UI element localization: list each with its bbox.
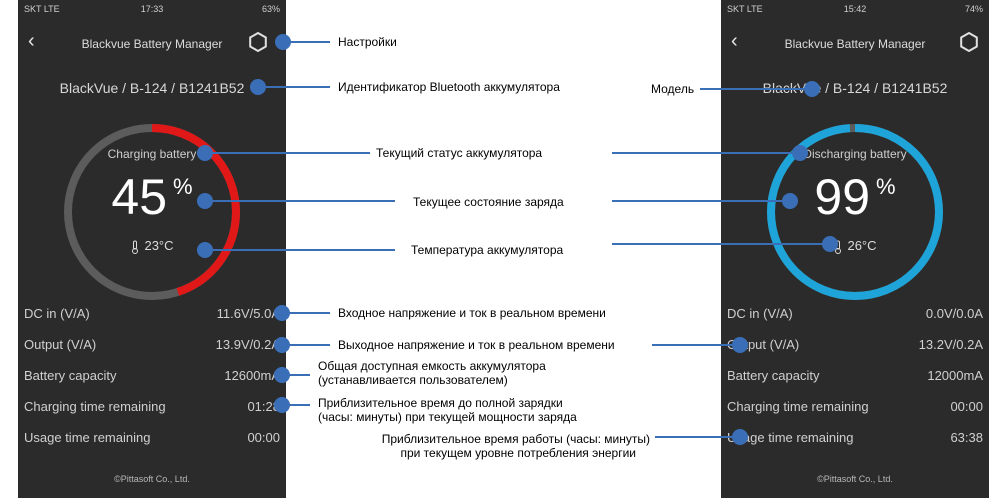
usage-time-label: Usage time remaining xyxy=(727,430,854,445)
metrics-list: DC in (V/A) 0.0V/0.0A Output (V/A) 13.2V/0… xyxy=(721,304,989,459)
copyright-footer: ©Pittasoft Co., Ltd. xyxy=(114,474,190,484)
annotation-usage-time-line2: при текущем уровне потребления энергии xyxy=(400,446,636,460)
list-item: Output (V/A) 13.9V/0.2A xyxy=(18,335,286,366)
annotation-charge: Текущее состояние заряда xyxy=(413,195,564,209)
temperature-value: 26°C xyxy=(847,238,877,253)
annotation-settings: Настройки xyxy=(338,35,397,49)
temperature-value: 23°C xyxy=(144,238,174,253)
list-item: Charging time remaining 00:00 xyxy=(721,397,989,428)
battery-status: Charging battery xyxy=(107,147,197,161)
dc-in-value: 0.0V/0.0A xyxy=(925,306,983,321)
phone-screen-discharging: SKT LTE 15:42 74% ‹ Blackvue Battery Man… xyxy=(721,0,989,498)
annotation-usage-time: Приблизительное время работы (часы: мину… xyxy=(350,432,650,460)
annotation-capacity-line1: Общая доступная емкость аккумулятора xyxy=(318,359,546,373)
list-item: DC in (V/A) 11.6V/5.0A xyxy=(18,304,286,335)
device-model: BlackVue / B-124 / B1241B52 xyxy=(59,80,245,96)
charge-percent: 99% xyxy=(721,168,989,226)
percent-sign: % xyxy=(173,174,193,199)
output-value: 13.9V/0.2A xyxy=(215,337,280,352)
battery-temperature: 23°C xyxy=(18,238,286,254)
charge-percent-value: 45 xyxy=(111,169,168,225)
app-title: Blackvue Battery Manager xyxy=(81,37,223,51)
copyright-footer: ©Pittasoft Co., Ltd. xyxy=(817,474,893,484)
capacity-value: 12600mA xyxy=(224,368,280,383)
phone-screen-charging: SKT LTE 17:33 63% ‹ Blackvue Battery Man… xyxy=(18,0,286,498)
annotation-bluetooth-id: Идентификатор Bluetooth аккумулятора xyxy=(338,80,560,94)
status-bar: SKT LTE 17:33 63% xyxy=(18,4,286,16)
charging-time-value: 00:00 xyxy=(950,399,983,414)
status-time: 15:42 xyxy=(843,4,867,14)
usage-time-label: Usage time remaining xyxy=(24,430,151,445)
charging-time-label: Charging time remaining xyxy=(24,399,166,414)
status-time: 17:33 xyxy=(140,4,164,14)
annotation-charging-time-line2: (часы: минуты) при текущей мощности заря… xyxy=(318,410,577,424)
device-model: BlackVue / B-124 / B1241B52 xyxy=(762,80,948,96)
usage-time-value: 63:38 xyxy=(950,430,983,445)
annotation-dc-in: Входное напряжение и ток в реальном врем… xyxy=(338,306,606,320)
status-bar: SKT LTE 15:42 74% xyxy=(721,4,989,16)
capacity-label: Battery capacity xyxy=(727,368,820,383)
app-title: Blackvue Battery Manager xyxy=(784,37,926,51)
annotation-temperature: Температура аккумулятора xyxy=(411,243,564,257)
output-label: Output (V/A) xyxy=(727,337,800,352)
thermometer-icon xyxy=(835,240,842,254)
charging-time-value: 01:28 xyxy=(247,399,280,414)
annotation-capacity-line2: (устанавливается пользователем) xyxy=(318,373,508,387)
list-item: Usage time remaining 00:00 xyxy=(18,428,286,459)
list-item: Battery capacity 12000mA xyxy=(721,366,989,397)
battery-temperature: 26°C xyxy=(721,238,989,254)
list-item: DC in (V/A) 0.0V/0.0A xyxy=(721,304,989,335)
capacity-value: 12000mA xyxy=(927,368,983,383)
list-item: Usage time remaining 63:38 xyxy=(721,428,989,459)
capacity-label: Battery capacity xyxy=(24,368,117,383)
output-label: Output (V/A) xyxy=(24,337,97,352)
charge-percent-value: 99 xyxy=(814,169,871,225)
dc-in-label: DC in (V/A) xyxy=(24,306,90,321)
thermometer-icon xyxy=(132,240,139,254)
back-chevron-icon[interactable]: ‹ xyxy=(731,31,743,51)
charge-percent: 45% xyxy=(18,168,286,226)
gear-icon[interactable] xyxy=(248,31,268,53)
percent-sign: % xyxy=(876,174,896,199)
charging-time-label: Charging time remaining xyxy=(727,399,869,414)
back-chevron-icon[interactable]: ‹ xyxy=(28,31,40,51)
list-item: Charging time remaining 01:28 xyxy=(18,397,286,428)
metrics-list: DC in (V/A) 11.6V/5.0A Output (V/A) 13.9V/… xyxy=(18,304,286,459)
battery-status: Discharging battery xyxy=(803,147,907,161)
battery-level-label: 74% xyxy=(964,4,983,14)
dc-in-value: 11.6V/5.0A xyxy=(216,306,280,321)
output-value: 13.2V/0.2A xyxy=(918,337,983,352)
battery-level-label: 63% xyxy=(261,4,280,14)
list-item: Output (V/A) 13.2V/0.2A xyxy=(721,335,989,366)
annotation-status: Текущий статус аккумулятора xyxy=(376,146,543,160)
annotation-charging-time-line1: Приблизительное время до полной зарядки xyxy=(318,396,563,410)
list-item: Battery capacity 12600mA xyxy=(18,366,286,397)
annotation-capacity: Общая доступная емкость аккумулятора (ус… xyxy=(318,359,546,387)
annotation-charging-time: Приблизительное время до полной зарядки … xyxy=(318,396,577,424)
annotation-usage-time-line1: Приблизительное время работы (часы: мину… xyxy=(381,432,650,446)
dc-in-label: DC in (V/A) xyxy=(727,306,793,321)
gear-icon[interactable] xyxy=(959,31,979,53)
annotation-model: Модель xyxy=(651,82,695,96)
annotation-output: Выходное напряжение и ток в реальном вре… xyxy=(338,338,615,352)
usage-time-value: 00:00 xyxy=(247,430,280,445)
